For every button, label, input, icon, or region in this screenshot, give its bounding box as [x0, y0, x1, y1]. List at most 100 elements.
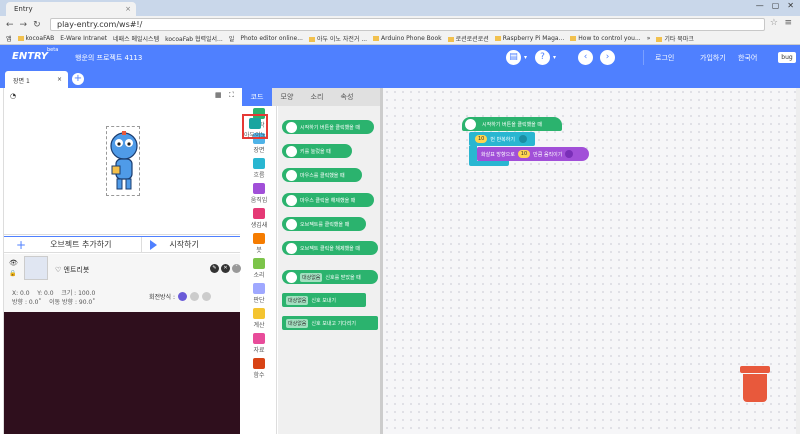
palette-block-mouse-click[interactable]: 마우스를 클릭했을 때 [282, 168, 362, 182]
forward-icon[interactable]: → [20, 20, 28, 30]
palette-block-signal-send-wait[interactable]: 대상없음 신호 보내고 기다리기 [282, 316, 378, 330]
close-window-icon[interactable]: ✕ [787, 1, 794, 10]
rotate-horizontal-icon[interactable] [190, 292, 200, 301]
category-item[interactable]: 붓 [242, 231, 276, 256]
tab-attribute[interactable]: 속성 [332, 88, 362, 106]
signal-dropdown[interactable]: 대상없음 [286, 318, 309, 328]
chevron-down-icon[interactable]: ▾ [553, 54, 556, 61]
redo-icon[interactable]: › [600, 50, 615, 65]
palette-block-mouse-release[interactable]: 마우스 클릭을 해제했을 때 [282, 193, 374, 207]
file-icon[interactable]: ▤ [506, 50, 521, 65]
palette-block-object-release[interactable]: 오브젝트 클릭을 해제했을 때 [282, 241, 378, 255]
visibility-icon[interactable]: 👁 [9, 259, 18, 267]
entry-logo[interactable]: ENTRY [12, 51, 48, 62]
start-button[interactable]: 시작하기 [141, 237, 240, 252]
rotation-mode: 회전방식 : [149, 292, 212, 301]
palette-block-start-click[interactable]: 시작하기 버튼을 클릭했을 때 [282, 120, 374, 134]
code-workspace[interactable] [383, 88, 800, 434]
category-item[interactable]: 소리 [242, 256, 276, 281]
signup-link[interactable]: 가입하기 [700, 53, 726, 63]
palette-block-object-click[interactable]: 오브젝트를 클릭했을 때 [282, 217, 366, 231]
maximize-icon[interactable]: ▢ [772, 1, 780, 10]
trash-icon[interactable] [740, 366, 770, 402]
bookmark-item[interactable]: 아두 이노 자전거 ... [308, 34, 367, 43]
script-move-block[interactable]: 화살표 방향으로 10 만큼 움직이기 [477, 147, 589, 161]
add-object-label: 오브젝트 추가하기 [50, 240, 112, 249]
bookmark-item[interactable]: Arduino Phone Book [373, 35, 442, 42]
bookmark-item[interactable]: How to control you... [570, 35, 641, 42]
chevron-up-icon[interactable]: ˄ [232, 264, 241, 273]
category-item[interactable]: 계산 [242, 306, 276, 331]
edit-icon[interactable]: ✎ [210, 264, 219, 273]
category-item[interactable]: 자료 [242, 331, 276, 356]
rotate-free-icon[interactable] [178, 292, 188, 301]
lock-icon[interactable]: 🔒 [9, 270, 16, 277]
block-label: 마우스를 클릭했을 때 [300, 172, 345, 179]
chevron-down-icon[interactable]: ▾ [524, 54, 527, 61]
add-scene-button[interactable]: + [72, 73, 84, 85]
bookmark-item[interactable]: 네패스 메일시스템 [113, 34, 159, 43]
help-icon[interactable]: ? [535, 50, 550, 65]
script-start-block[interactable]: 시작하기 버튼을 클릭했을 때 [462, 117, 562, 131]
bookmark-item[interactable]: E-Ware Intranet [60, 35, 107, 42]
browser-tab[interactable]: Entry × [6, 2, 136, 16]
block-label: 시작하기 버튼을 클릭했을 때 [300, 124, 360, 131]
login-link[interactable]: 로그인 [655, 53, 674, 63]
scene-tab[interactable]: 장면 1 × [5, 71, 68, 88]
direction-value[interactable]: 방향 : 0.0˚ [12, 299, 41, 306]
category-item[interactable]: 흐름 [242, 156, 276, 181]
bookmark-item[interactable]: 기타 북마크 [656, 34, 694, 43]
delete-icon[interactable]: ✕ [221, 264, 230, 273]
bookmark-star-icon[interactable]: ☆ [770, 18, 778, 28]
scene-close-icon[interactable]: × [57, 76, 62, 83]
minimize-icon[interactable]: — [756, 1, 764, 10]
palette-block-signal-send[interactable]: 대상없음 신호 보내기 [282, 293, 366, 307]
bookmarks-overflow[interactable]: » [647, 35, 651, 42]
category-item[interactable]: 움직임 [242, 181, 276, 206]
workspace-scrollbar[interactable] [796, 88, 800, 434]
script-repeat-block[interactable]: 10 번 반복하기 [469, 132, 535, 146]
reload-icon[interactable]: ↻ [33, 20, 41, 30]
tab-sound[interactable]: 소리 [302, 88, 332, 106]
palette-block-signal-receive[interactable]: 대상없음 신호를 받았을 때 [282, 270, 378, 284]
bookmark-item[interactable]: kocoaFab 협력일서... [165, 34, 223, 43]
palette-block-key-press[interactable]: 키를 눌렀을 때 [282, 144, 352, 158]
repeat-count-input[interactable]: 10 [475, 135, 488, 143]
category-item[interactable]: 생김새 [242, 206, 276, 231]
x-value[interactable]: X: 0.0 [12, 290, 30, 297]
tab-close-icon[interactable]: × [125, 5, 131, 13]
project-title[interactable]: 행운의 프로젝트 4113 [75, 53, 142, 63]
bookmark-item[interactable]: 로션로션로션 [447, 34, 489, 43]
tab-shape[interactable]: 모양 [272, 88, 302, 106]
mouse-icon [286, 242, 297, 254]
move-direction-value[interactable]: 이동 방향 : 90.0˚ [49, 299, 95, 306]
object-thumbnail[interactable] [24, 256, 48, 280]
url-input[interactable]: play-entry.com/ws#!/ [50, 18, 765, 31]
y-value[interactable]: Y: 0.0 [37, 290, 53, 297]
signal-dropdown[interactable]: 대상없음 [286, 295, 309, 305]
bookmark-item[interactable]: Photo editor online... [240, 35, 303, 42]
category-item[interactable]: 아두이노 [242, 114, 269, 139]
grid-icon[interactable]: ▦ [215, 91, 222, 99]
category-item[interactable]: 함수 [242, 356, 276, 381]
tab-code[interactable]: 코드 [242, 88, 272, 106]
bookmark-item[interactable]: kocoaFAB [17, 35, 54, 42]
bug-report-button[interactable]: bug [778, 52, 796, 63]
language-select[interactable]: 한국어 [738, 53, 757, 63]
category-item[interactable]: 판단 [242, 281, 276, 306]
rotate-none-icon[interactable] [202, 292, 212, 301]
speed-icon[interactable]: ◔ [10, 92, 16, 100]
fullscreen-icon[interactable]: ⛶ [229, 91, 234, 100]
bookmark-item[interactable]: 앱 [6, 34, 12, 43]
bookmark-item[interactable]: Raspberry Pi Maga... [494, 35, 564, 42]
object-name[interactable]: ♡ 엔트리봇 [55, 265, 89, 275]
browser-menu-icon[interactable]: ≡ [784, 18, 792, 28]
signal-dropdown[interactable]: 대상없음 [300, 272, 323, 282]
back-icon[interactable]: ← [6, 20, 14, 30]
bookmark-item[interactable]: 일 [229, 34, 235, 43]
undo-icon[interactable]: ‹ [578, 50, 593, 65]
move-count-input[interactable]: 10 [517, 150, 531, 158]
entrybot-sprite[interactable] [104, 126, 144, 198]
size-value[interactable]: 크기 : 100.0 [61, 290, 95, 297]
add-object-button[interactable]: + 오브젝트 추가하기 [4, 237, 141, 252]
